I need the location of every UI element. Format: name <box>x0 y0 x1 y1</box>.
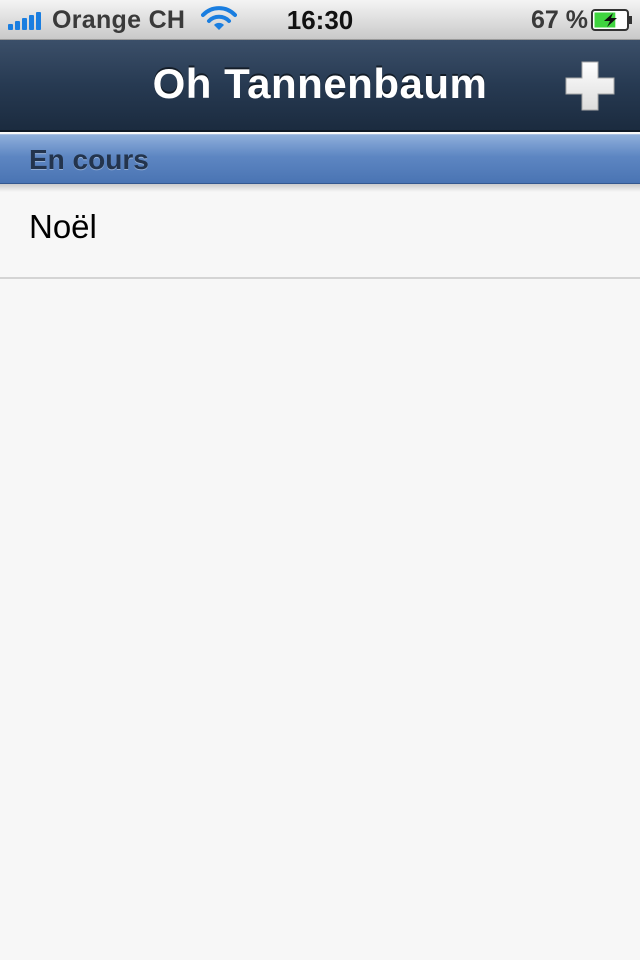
battery-charging-icon <box>591 9 633 31</box>
section-header: En cours <box>0 134 640 184</box>
screen: Orange CH 16:30 67 % Oh Tannenbaum En co… <box>0 0 640 960</box>
list-item-label: Noël <box>29 208 97 245</box>
battery-percentage: 67 % <box>531 6 588 34</box>
plus-icon <box>565 61 615 111</box>
item-list: Noël <box>0 184 640 279</box>
page-title: Oh Tannenbaum <box>152 60 488 107</box>
list-item[interactable]: Noël <box>0 184 640 279</box>
section-shadow <box>0 184 640 192</box>
navigation-bar: Oh Tannenbaum <box>0 40 640 132</box>
status-bar: Orange CH 16:30 67 % <box>0 0 640 40</box>
add-button[interactable] <box>560 58 620 114</box>
section-title: En cours <box>29 144 149 175</box>
